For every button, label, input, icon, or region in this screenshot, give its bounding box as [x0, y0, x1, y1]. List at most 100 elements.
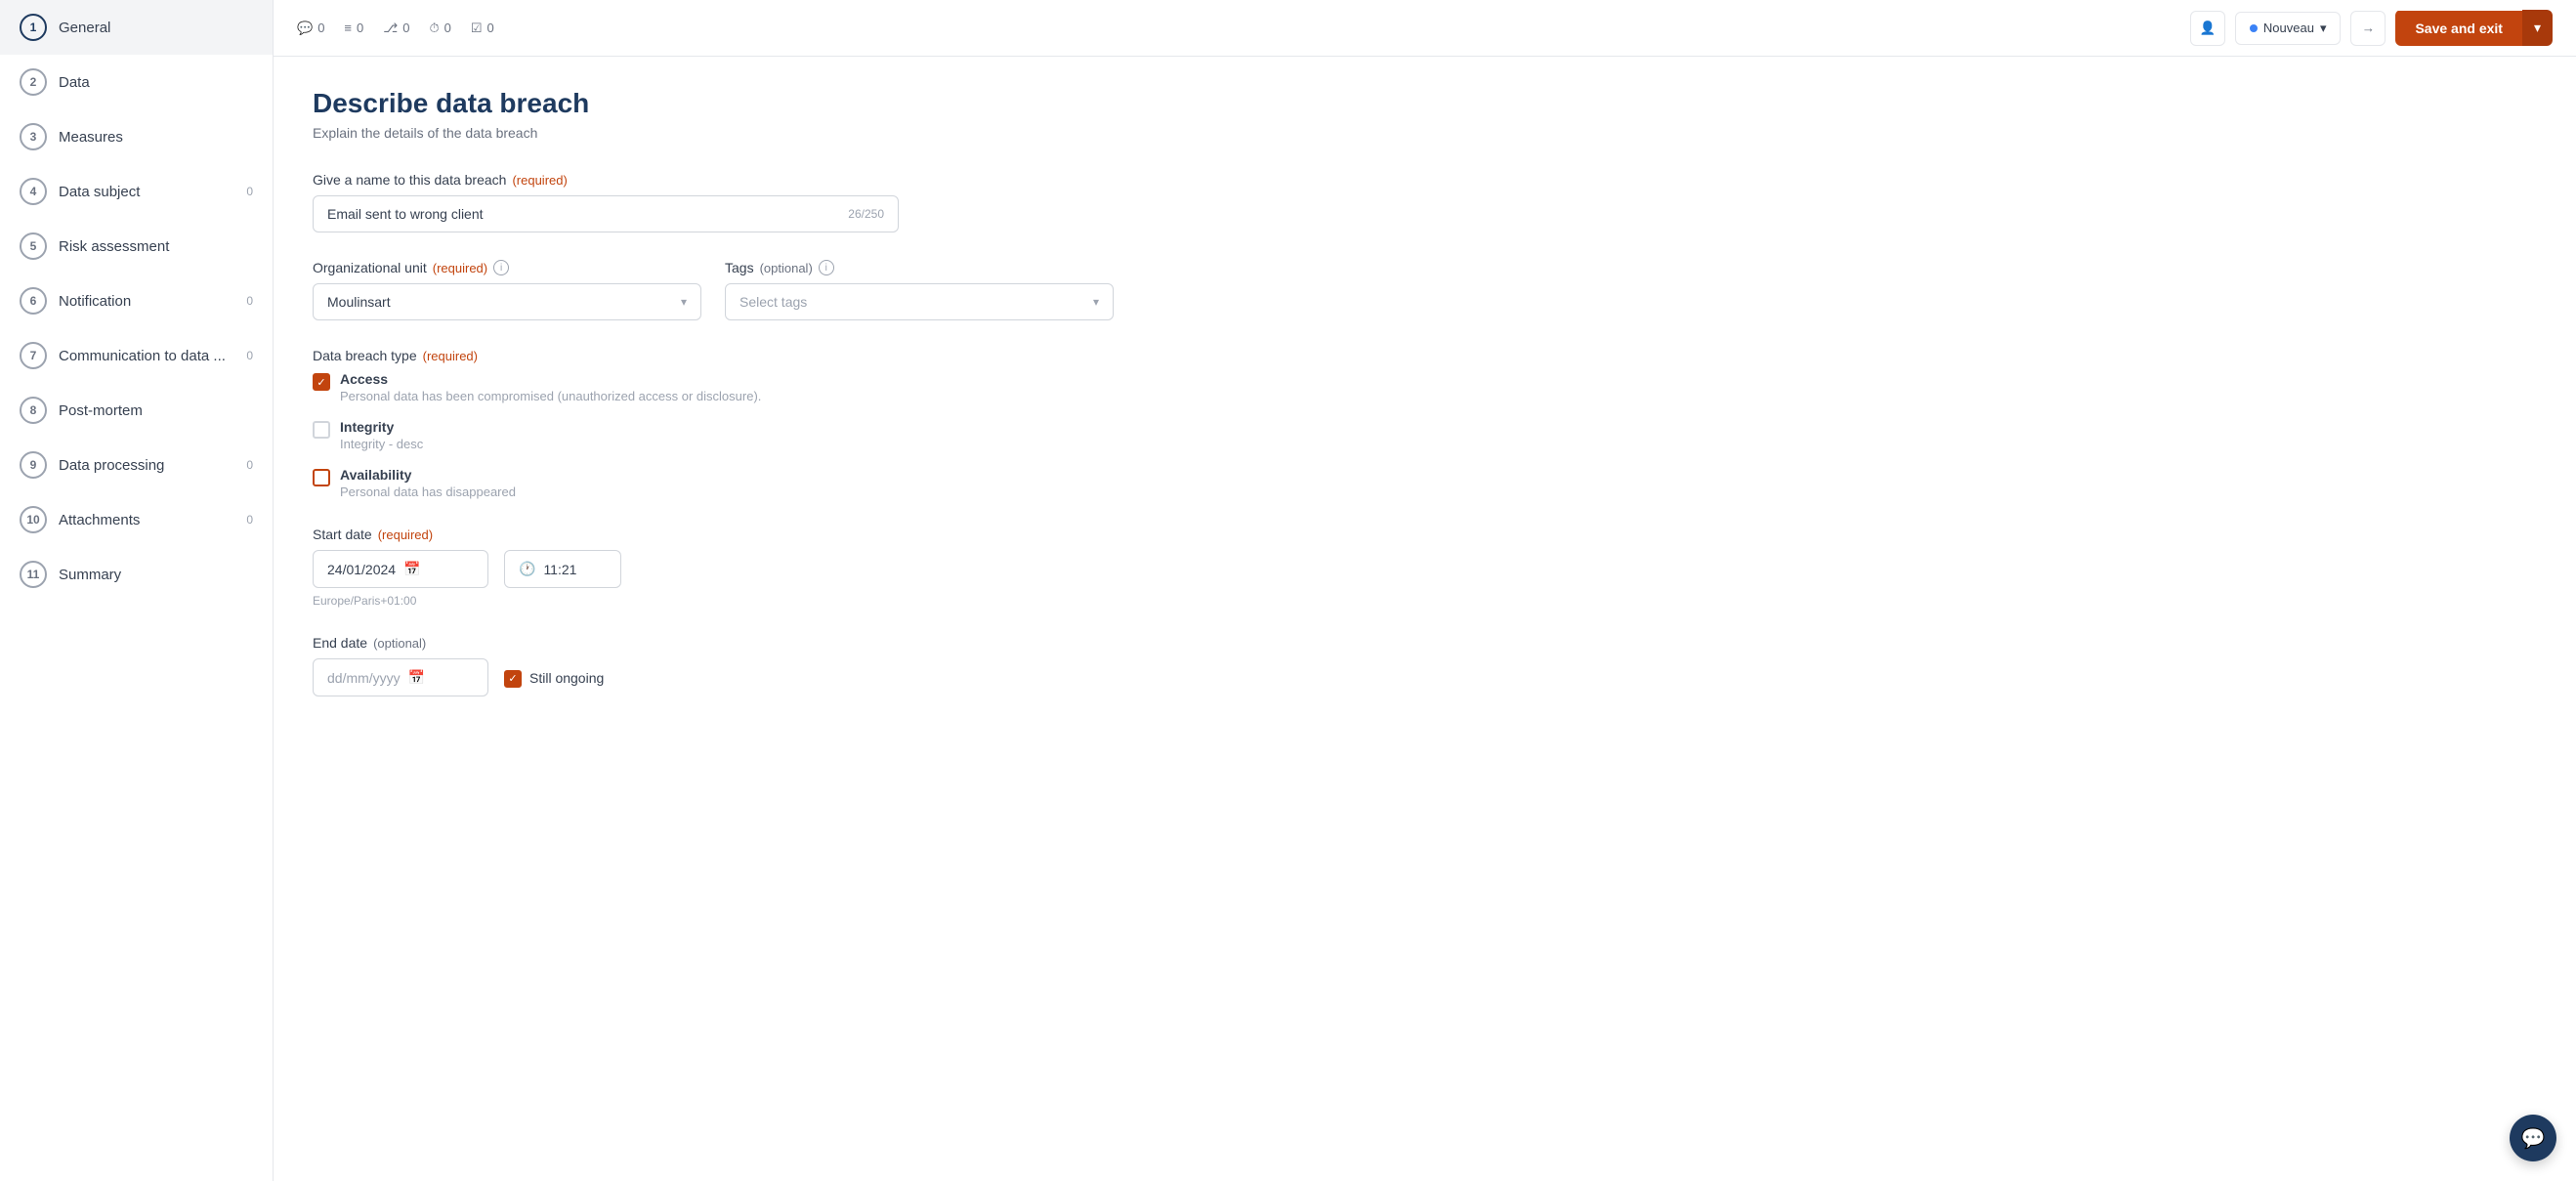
sidebar-item-measures[interactable]: 3 Measures: [0, 109, 273, 164]
step-number-3: 3: [20, 123, 47, 150]
breach-type-access-item: Access Personal data has been compromise…: [313, 371, 2537, 403]
availability-checkbox[interactable]: [313, 469, 330, 486]
main-panel: 💬 0 ≡ 0 ⎇ 0 ⏱ 0 ☑ 0 👤: [274, 0, 2576, 1181]
breach-type-section: Data breach type (required) Access Perso…: [313, 348, 2537, 499]
clock-count: 0: [444, 21, 451, 35]
topbar: 💬 0 ≡ 0 ⎇ 0 ⏱ 0 ☑ 0 👤: [274, 0, 2576, 57]
end-date-label: End date (optional): [313, 635, 2537, 651]
tags-optional-badge: (optional): [760, 261, 813, 275]
end-date-row: dd/mm/yyyy 📅 Still ongoing: [313, 658, 2537, 696]
sidebar-item-label: Measures: [59, 129, 123, 146]
availability-desc: Personal data has disappeared: [340, 485, 516, 499]
org-unit-info-icon[interactable]: i: [493, 260, 509, 275]
name-required-badge: (required): [512, 173, 567, 188]
end-date-input[interactable]: dd/mm/yyyy 📅: [313, 658, 488, 696]
step-number-5: 5: [20, 232, 47, 260]
badge-notification: 0: [246, 294, 253, 308]
tags-col: Tags (optional) i Select tags ▾: [725, 260, 1114, 320]
status-label: Nouveau: [2263, 21, 2314, 35]
next-arrow-button[interactable]: →: [2350, 11, 2386, 46]
check-count-item[interactable]: ☑ 0: [471, 21, 494, 36]
char-count: 26/250: [848, 207, 884, 221]
sidebar-item-label: Risk assessment: [59, 238, 169, 255]
list-count-item[interactable]: ≡ 0: [344, 21, 363, 35]
assign-button[interactable]: 👤: [2190, 11, 2225, 46]
org-tags-section: Organizational unit (required) i Moulins…: [313, 260, 1114, 320]
comment-count-item[interactable]: 💬 0: [297, 21, 324, 36]
sidebar-item-attachments[interactable]: 10 Attachments 0: [0, 492, 273, 547]
chevron-down-icon: ▾: [681, 295, 687, 309]
sidebar-item-label: Post-mortem: [59, 402, 143, 419]
sidebar-item-summary[interactable]: 11 Summary: [0, 547, 273, 602]
status-button[interactable]: Nouveau ▾: [2235, 12, 2342, 45]
end-date-optional-badge: (optional): [373, 636, 426, 651]
breach-type-availability-item: Availability Personal data has disappear…: [313, 467, 2537, 499]
tags-label: Tags (optional) i: [725, 260, 1114, 275]
sidebar-item-label: Notification: [59, 293, 131, 310]
step-number-4: 4: [20, 178, 47, 205]
badge-communication: 0: [246, 349, 253, 362]
step-number-2: 2: [20, 68, 47, 96]
page-title: Describe data breach: [313, 88, 2537, 119]
step-number-7: 7: [20, 342, 47, 369]
step-number-1: 1: [20, 14, 47, 41]
calendar-icon: 📅: [403, 561, 420, 577]
sidebar-item-label: Data subject: [59, 184, 140, 200]
still-ongoing-checkbox[interactable]: [504, 670, 522, 688]
step-number-11: 11: [20, 561, 47, 588]
step-number-8: 8: [20, 397, 47, 424]
person-icon: 👤: [2200, 21, 2217, 36]
chevron-down-icon: ▾: [2320, 21, 2327, 36]
availability-label: Availability: [340, 467, 516, 483]
sidebar-item-label: Data: [59, 74, 90, 91]
chat-widget[interactable]: 💬: [2510, 1115, 2556, 1161]
badge-attachments: 0: [246, 513, 253, 527]
access-checkbox[interactable]: [313, 373, 330, 391]
sidebar-item-post-mortem[interactable]: 8 Post-mortem: [0, 383, 273, 438]
sidebar-item-general[interactable]: 1 General: [0, 0, 273, 55]
check-icon: ☑: [471, 21, 483, 36]
start-date-section: Start date (required) 24/01/2024 📅 🕐 11:…: [313, 527, 2537, 608]
availability-label-group: Availability Personal data has disappear…: [340, 467, 516, 499]
badge-data-subject: 0: [246, 185, 253, 198]
integrity-label: Integrity: [340, 419, 423, 435]
sidebar-item-notification[interactable]: 6 Notification 0: [0, 274, 273, 328]
save-exit-dropdown-button[interactable]: ▾: [2522, 10, 2553, 46]
check-count: 0: [487, 21, 494, 35]
branch-icon: ⎇: [383, 21, 398, 36]
sidebar-item-label: Summary: [59, 567, 121, 583]
tags-info-icon[interactable]: i: [819, 260, 834, 275]
comment-icon: 💬: [297, 21, 313, 36]
sidebar-item-label: General: [59, 20, 110, 36]
sidebar-item-communication[interactable]: 7 Communication to data ... 0: [0, 328, 273, 383]
timezone-label: Europe/Paris+01:00: [313, 594, 2537, 608]
breach-type-checkbox-group: Access Personal data has been compromise…: [313, 371, 2537, 499]
still-ongoing-label: Still ongoing: [529, 670, 604, 686]
calendar-icon: 📅: [408, 669, 425, 686]
org-unit-select[interactable]: Moulinsart ▾: [313, 283, 701, 320]
integrity-checkbox[interactable]: [313, 421, 330, 439]
start-date-required-badge: (required): [378, 527, 433, 542]
topbar-icons: 💬 0 ≡ 0 ⎇ 0 ⏱ 0 ☑ 0: [297, 21, 494, 36]
save-exit-main-button[interactable]: Save and exit: [2395, 11, 2522, 46]
tags-select[interactable]: Select tags ▾: [725, 283, 1114, 320]
start-time-input[interactable]: 🕐 11:21: [504, 550, 621, 588]
name-section: Give a name to this data breach (require…: [313, 172, 2537, 232]
breach-type-integrity-item: Integrity Integrity - desc: [313, 419, 2537, 451]
org-unit-required-badge: (required): [433, 261, 487, 275]
sidebar-item-data-subject[interactable]: 4 Data subject 0: [0, 164, 273, 219]
branch-count-item[interactable]: ⎇ 0: [383, 21, 409, 36]
list-icon: ≡: [344, 21, 352, 35]
sidebar-item-data-processing[interactable]: 9 Data processing 0: [0, 438, 273, 492]
sidebar-item-risk-assessment[interactable]: 5 Risk assessment: [0, 219, 273, 274]
clock-count-item[interactable]: ⏱ 0: [429, 21, 450, 36]
access-label: Access: [340, 371, 761, 387]
sidebar-item-label: Data processing: [59, 457, 164, 474]
branch-count: 0: [402, 21, 409, 35]
save-exit-button-group: Save and exit ▾: [2395, 10, 2553, 46]
start-date-input[interactable]: 24/01/2024 📅: [313, 550, 488, 588]
sidebar-item-data[interactable]: 2 Data: [0, 55, 273, 109]
end-date-section: End date (optional) dd/mm/yyyy 📅 Still o…: [313, 635, 2537, 696]
name-input[interactable]: Email sent to wrong client 26/250: [313, 195, 899, 232]
end-date-placeholder: dd/mm/yyyy: [327, 670, 401, 686]
